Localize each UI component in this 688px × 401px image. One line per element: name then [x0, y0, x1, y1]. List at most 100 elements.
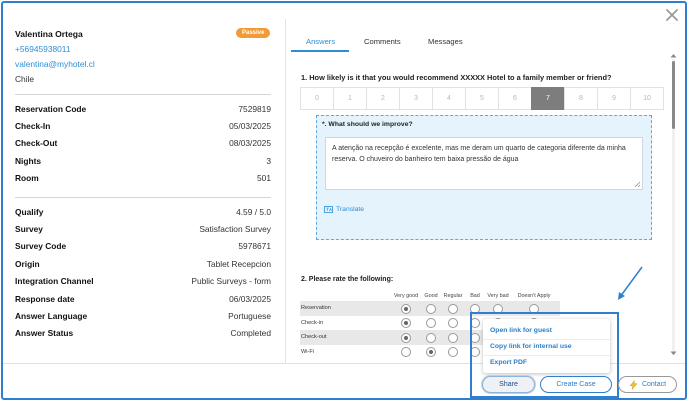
rating-radio[interactable]: [401, 332, 411, 343]
rating-row-label: Check-out: [301, 334, 327, 340]
detail-value: 501: [257, 173, 271, 184]
guest-phone-link[interactable]: +56945938011: [15, 44, 271, 54]
nps-option[interactable]: 6: [498, 87, 532, 110]
detail-row: Room 501: [15, 170, 271, 187]
detail-row: Reservation Code 7529819: [15, 100, 271, 117]
guest-email-link[interactable]: valentina@myhotel.cl: [15, 59, 271, 69]
improve-answer-text: A atenção na recepção é excelente, mas m…: [332, 145, 626, 163]
rating-radio[interactable]: [448, 332, 458, 343]
rating-radio[interactable]: [401, 303, 411, 314]
rating-radio[interactable]: [426, 303, 436, 314]
rating-radio[interactable]: [401, 347, 411, 357]
detail-label: Response date: [15, 293, 75, 304]
detail-row: Qualify 4.59 / 5.0: [15, 203, 271, 220]
nps-scale: 0 1 2 3 4 5 6 7 8 9 10: [300, 87, 664, 110]
detail-label: Survey Code: [15, 241, 67, 252]
nps-option[interactable]: 3: [399, 87, 433, 110]
survey-details: Qualify 4.59 / 5.0 Survey Satisfaction Surv…: [15, 203, 271, 342]
share-button-label: Share: [499, 381, 518, 388]
rating-radio[interactable]: [448, 303, 458, 314]
menu-item-copy-link[interactable]: Copy link for internal use: [490, 343, 572, 350]
detail-value: 5978671: [238, 241, 271, 252]
nps-option[interactable]: 5: [465, 87, 499, 110]
detail-row: Survey Satisfaction Survey: [15, 220, 271, 237]
detail-value: Public Surveys - form: [191, 276, 271, 287]
rating-radio[interactable]: [448, 318, 458, 328]
detail-value: 05/03/2025: [229, 121, 271, 132]
detail-row: Integration Channel Public Surveys - form: [15, 273, 271, 290]
menu-divider: [483, 355, 610, 356]
contact-button[interactable]: Contact: [618, 376, 677, 393]
rating-radio[interactable]: [426, 318, 436, 328]
nps-option[interactable]: 0: [300, 87, 334, 110]
share-menu: Open link for guest Copy link for intern…: [483, 319, 610, 373]
create-case-button-label: Create Case: [556, 381, 596, 388]
improve-answer-box: *. What should we improve? A atenção na …: [316, 115, 652, 240]
rating-column-header: Doesn't Apply: [517, 293, 551, 299]
share-button[interactable]: Share: [482, 376, 535, 393]
detail-label: Answer Language: [15, 310, 88, 321]
rating-column-header: Very bad: [487, 293, 509, 299]
active-tab-indicator: [291, 50, 349, 52]
detail-label: Origin: [15, 258, 40, 269]
detail-value: 4.59 / 5.0: [236, 206, 271, 217]
detail-label: Answer Status: [15, 328, 74, 339]
translate-link[interactable]: Translate: [324, 206, 364, 213]
create-case-button[interactable]: Create Case: [540, 376, 612, 393]
detail-value: 08/03/2025: [229, 138, 271, 149]
nps-option[interactable]: 10: [630, 87, 664, 110]
menu-divider: [483, 339, 610, 340]
tab-messages[interactable]: Messages: [428, 37, 463, 46]
improve-question-label: *. What should we improve?: [322, 121, 413, 128]
divider: [15, 94, 271, 95]
menu-item-open-link[interactable]: Open link for guest: [490, 327, 552, 334]
rating-radio[interactable]: [401, 318, 411, 328]
nps-option[interactable]: 8: [564, 87, 598, 110]
detail-label: Nights: [15, 155, 42, 166]
detail-label: Qualify: [15, 206, 44, 217]
menu-item-export-pdf[interactable]: Export PDF: [490, 359, 527, 366]
improve-answer-textarea[interactable]: A atenção na recepção é excelente, mas m…: [325, 137, 643, 190]
tab-comments[interactable]: Comments: [364, 37, 401, 46]
survey-answer-modal: Valentina Ortega Passive +56945938011 va…: [1, 1, 687, 400]
detail-value: 06/03/2025: [229, 293, 271, 304]
rating-radio[interactable]: [426, 347, 436, 357]
guest-info-panel: Valentina Ortega Passive +56945938011 va…: [15, 28, 271, 342]
lightning-icon: [629, 379, 638, 390]
nps-option[interactable]: 9: [597, 87, 631, 110]
question-1-text: 1. How likely is it that you would recom…: [301, 73, 612, 82]
nps-option[interactable]: 1: [333, 87, 367, 110]
detail-value: 3: [266, 155, 271, 166]
contact-button-label: Contact: [641, 381, 667, 388]
scroll-down-icon[interactable]: [670, 351, 677, 356]
answers-scrollbar[interactable]: [672, 59, 675, 355]
panel-divider: [285, 19, 286, 364]
nps-option[interactable]: 2: [366, 87, 400, 110]
translate-label: Translate: [336, 206, 365, 213]
scroll-up-icon[interactable]: [670, 53, 677, 58]
rating-radio[interactable]: [426, 332, 436, 343]
nps-option[interactable]: 7: [531, 87, 565, 110]
nps-option[interactable]: 4: [432, 87, 466, 110]
close-icon[interactable]: [665, 8, 679, 22]
scrollbar-thumb[interactable]: [672, 61, 675, 129]
detail-label: Check-In: [15, 121, 51, 132]
rating-column-header: Bad: [470, 293, 480, 299]
detail-value: Portuguese: [228, 310, 271, 321]
divider: [15, 196, 271, 198]
annotation-arrow-icon: [618, 266, 643, 300]
resize-handle-icon[interactable]: [634, 181, 640, 187]
question-2-text: 2. Please rate the following:: [301, 276, 394, 283]
detail-row: Answer Language Portuguese: [15, 307, 271, 324]
rating-column-header: Good: [424, 293, 438, 299]
detail-row: Check-In 05/03/2025: [15, 117, 271, 134]
detail-value: Completed: [230, 328, 271, 339]
rating-radio[interactable]: [448, 347, 458, 357]
detail-label: Integration Channel: [15, 276, 94, 287]
detail-value: Tablet Recepcion: [206, 258, 271, 269]
status-badge: Passive: [236, 28, 271, 38]
tab-answers[interactable]: Answers: [306, 37, 335, 46]
rating-column-header: Very good: [393, 293, 419, 299]
detail-value: Satisfaction Survey: [199, 224, 271, 235]
detail-row: Response date 06/03/2025: [15, 290, 271, 307]
